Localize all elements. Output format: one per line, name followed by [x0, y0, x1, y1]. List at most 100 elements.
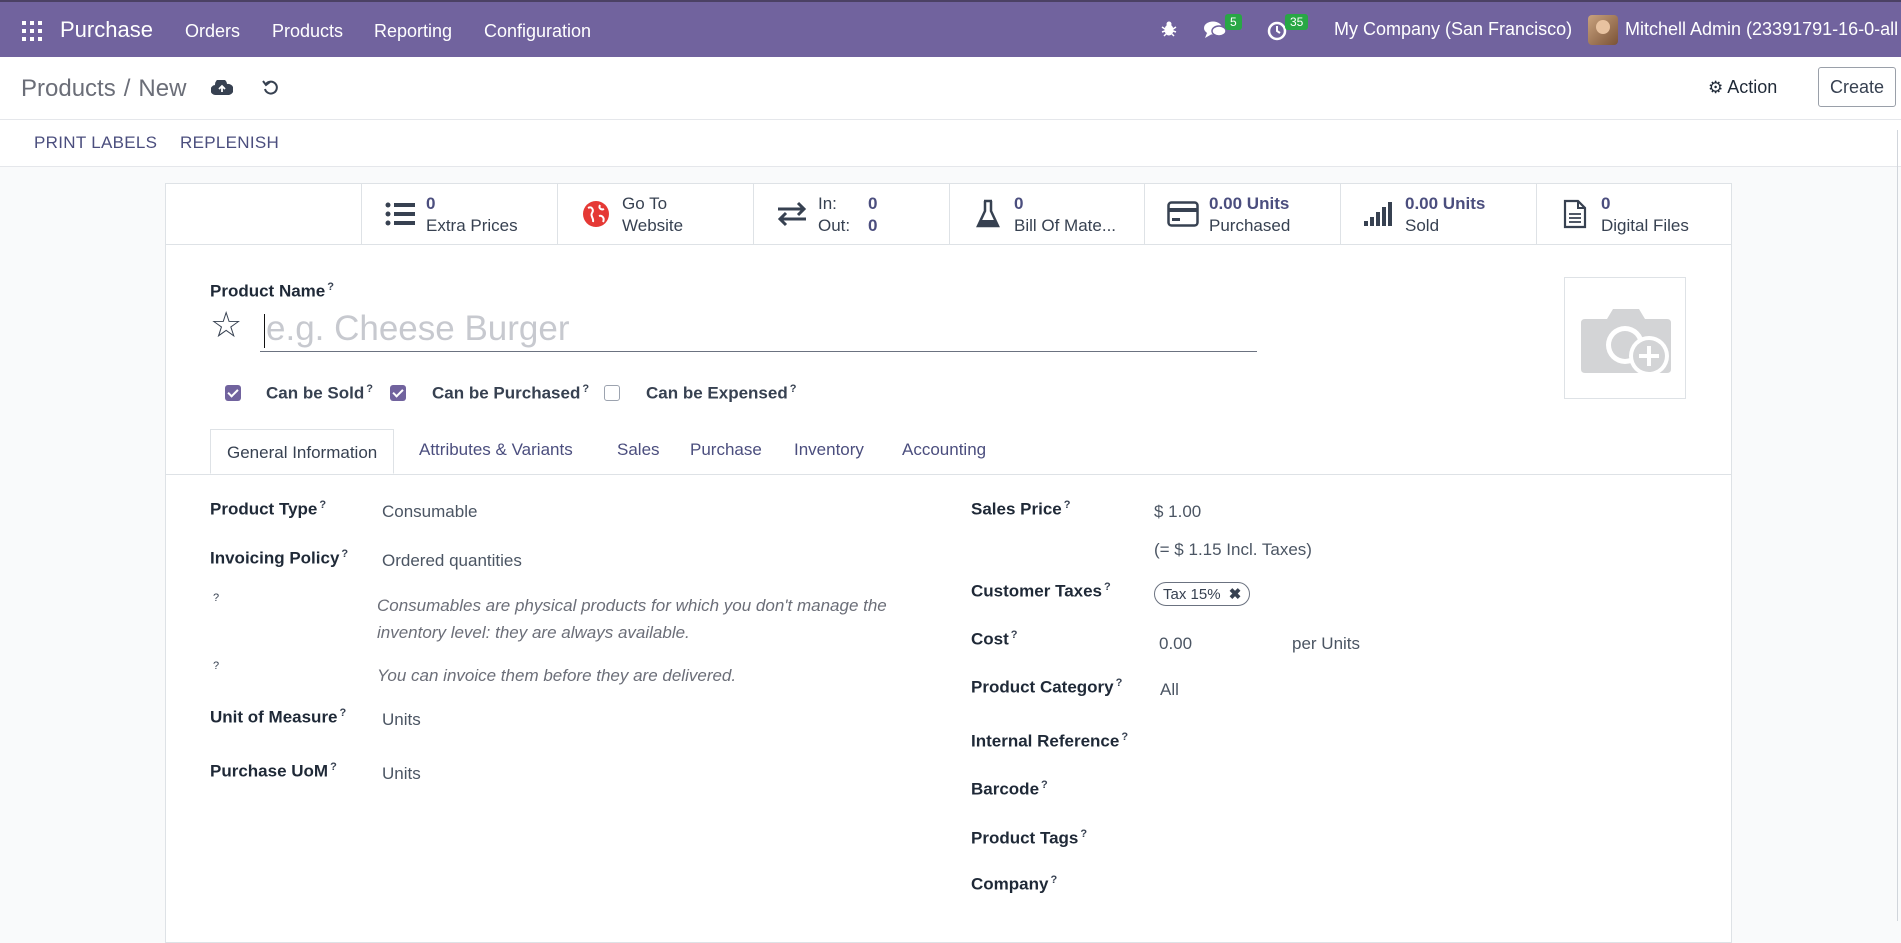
product-type-label-text: Product Type	[210, 499, 318, 519]
can-be-purchased-text: Can be Purchased	[432, 383, 581, 403]
favorite-star-icon[interactable]: ☆	[210, 307, 242, 343]
in-out-button[interactable]: In: 0 Out: 0	[753, 184, 949, 244]
help-marker[interactable]: ?	[1041, 779, 1048, 791]
status-bar: PRINT LABELS REPLENISH	[0, 120, 1901, 167]
barcode-input[interactable]	[1154, 775, 1454, 801]
menu-products[interactable]: Products	[272, 21, 343, 42]
app-name[interactable]: Purchase	[60, 17, 153, 43]
action-menu-button[interactable]: ⚙ Action	[1708, 77, 1777, 98]
can-be-sold-checkbox[interactable]	[225, 385, 241, 401]
help-marker[interactable]: ?	[1121, 731, 1128, 743]
product-name-input[interactable]: e.g. Cheese Burger	[260, 306, 1257, 352]
invoicing-policy-select[interactable]: Ordered quantities	[382, 551, 522, 571]
bill-of-materials-button[interactable]: 0 Bill Of Mate...	[949, 184, 1144, 244]
product-tags-label-text: Product Tags	[971, 828, 1079, 848]
help-marker[interactable]: ?	[1064, 499, 1071, 511]
help-marker[interactable]: ?	[366, 383, 373, 395]
cost-label: Cost?	[971, 629, 1018, 650]
help-marker[interactable]: ?	[1104, 581, 1111, 593]
tab-sales[interactable]: Sales	[617, 440, 660, 460]
apps-menu-icon[interactable]	[22, 21, 42, 41]
help-marker[interactable]: ?	[327, 281, 334, 293]
extra-prices-button[interactable]: 0 Extra Prices	[361, 184, 557, 244]
can-be-sold-text: Can be Sold	[266, 383, 365, 403]
tab-general-information[interactable]: General Information	[210, 429, 395, 474]
cost-input[interactable]: 0.00	[1159, 634, 1192, 654]
out-value: 0	[868, 216, 878, 235]
discard-icon[interactable]	[262, 79, 280, 97]
help-marker[interactable]: ?	[319, 499, 326, 511]
help-marker[interactable]: ?	[340, 707, 347, 719]
menu-reporting[interactable]: Reporting	[374, 21, 452, 42]
help-marker[interactable]: ?	[341, 548, 348, 560]
product-name-label: Product Name?	[210, 281, 334, 302]
help-marker[interactable]: ?	[1080, 828, 1087, 840]
tab-attributes-variants[interactable]: Attributes & Variants	[419, 440, 573, 460]
user-menu[interactable]: Mitchell Admin (23391791-16-0-all	[1625, 19, 1898, 40]
sales-price-incl-taxes: (= $ 1.15 Incl. Taxes)	[1154, 540, 1312, 559]
product-category-label-text: Product Category	[971, 677, 1114, 697]
tab-accounting[interactable]: Accounting	[902, 440, 986, 460]
remove-tag-icon[interactable]: ✖	[1229, 586, 1242, 603]
breadcrumb-products[interactable]: Products	[21, 75, 116, 102]
create-button[interactable]: Create	[1818, 67, 1896, 107]
company-select[interactable]	[1154, 870, 1454, 896]
camera-add-icon	[1581, 309, 1671, 375]
bom-label: Bill Of Mate...	[1014, 216, 1117, 235]
bug-icon[interactable]	[1160, 20, 1178, 38]
menu-orders[interactable]: Orders	[185, 21, 240, 42]
breadcrumb-separator: /	[123, 75, 131, 102]
uom-label-text: Unit of Measure	[210, 707, 338, 727]
flask-icon	[972, 199, 1004, 229]
digital-files-label: Digital Files	[1601, 216, 1689, 235]
purchased-button[interactable]: 0.00 Units Purchased	[1144, 184, 1340, 244]
notebook-tabs: General Information Attributes & Variant…	[166, 429, 1731, 475]
purchase-uom-select[interactable]: Units	[382, 764, 421, 784]
scrollbar[interactable]	[1897, 130, 1898, 921]
can-be-purchased-checkbox[interactable]	[390, 385, 406, 401]
activity-clock-icon[interactable]	[1267, 21, 1287, 41]
help-marker[interactable]: ?	[790, 383, 797, 395]
help-marker[interactable]: ?	[330, 761, 337, 773]
product-category-select[interactable]: All	[1160, 680, 1179, 700]
help-marker[interactable]: ?	[1116, 677, 1123, 689]
extra-prices-label: Extra Prices	[426, 216, 518, 235]
digital-files-count: 0	[1601, 194, 1611, 213]
user-avatar[interactable]	[1588, 15, 1618, 45]
purchased-value: 0.00 Units	[1209, 194, 1290, 213]
invoice-help-text: You can invoice them before they are del…	[377, 666, 737, 685]
company-label: Company?	[971, 874, 1057, 895]
tab-purchase[interactable]: Purchase	[690, 440, 762, 460]
form-sheet: 0 Extra Prices Go To Website In: 0 Out: …	[165, 183, 1732, 943]
customer-taxes-label-text: Customer Taxes	[971, 581, 1103, 601]
tab-inventory[interactable]: Inventory	[794, 440, 864, 460]
can-be-expensed-checkbox[interactable]	[604, 385, 620, 401]
sold-button[interactable]: 0.00 Units Sold	[1340, 184, 1536, 244]
file-icon	[1559, 199, 1591, 229]
can-be-expensed-label: Can be Expensed?	[646, 383, 796, 404]
help-marker[interactable]: ?	[213, 592, 219, 604]
product-image[interactable]	[1564, 277, 1686, 399]
help-marker[interactable]: ?	[1050, 874, 1057, 886]
messages-icon[interactable]	[1203, 20, 1227, 40]
product-tags-input[interactable]	[1154, 824, 1454, 850]
purchased-label: Purchased	[1209, 216, 1291, 235]
invoicing-policy-label: Invoicing Policy?	[210, 548, 348, 569]
digital-files-button[interactable]: 0 Digital Files	[1536, 184, 1731, 244]
replenish-button[interactable]: REPLENISH	[180, 133, 279, 153]
can-be-sold-label: Can be Sold?	[266, 383, 373, 404]
save-cloud-icon[interactable]	[211, 80, 233, 96]
top-navbar: Purchase Orders Products Reporting Confi…	[0, 0, 1901, 57]
product-type-select[interactable]: Consumable	[382, 502, 477, 522]
bom-count: 0	[1014, 194, 1024, 213]
print-labels-button[interactable]: PRINT LABELS	[34, 133, 157, 153]
menu-configuration[interactable]: Configuration	[484, 21, 591, 42]
company-switcher[interactable]: My Company (San Francisco)	[1334, 19, 1572, 40]
go-to-website-button[interactable]: Go To Website	[557, 184, 753, 244]
help-marker[interactable]: ?	[213, 660, 219, 672]
internal-reference-input[interactable]	[1154, 727, 1454, 753]
uom-select[interactable]: Units	[382, 710, 421, 730]
help-marker[interactable]: ?	[582, 383, 589, 395]
help-marker[interactable]: ?	[1011, 629, 1018, 641]
sales-price-input[interactable]: $ 1.00	[1154, 502, 1201, 522]
